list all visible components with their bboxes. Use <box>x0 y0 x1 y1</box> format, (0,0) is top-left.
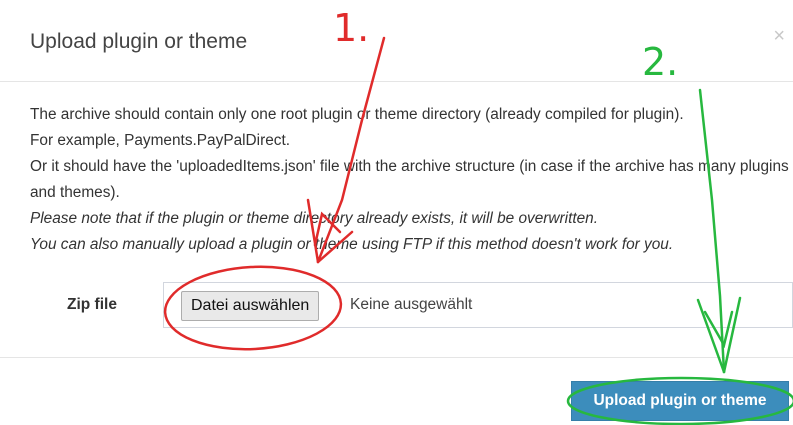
description-line: Or it should have the 'uploadedItems.jso… <box>30 158 789 201</box>
overwrite-note: Please note that if the plugin or theme … <box>30 210 599 227</box>
zip-file-row: Zip file Datei auswählen Keine ausgewähl… <box>0 280 793 330</box>
no-file-selected-text: Keine ausgewählt <box>350 296 473 313</box>
description: The archive should contain only one root… <box>30 102 793 258</box>
description-line: The archive should contain only one root… <box>30 106 684 123</box>
step-1-label: 1. <box>333 6 370 50</box>
ftp-note: You can also manually upload a plugin or… <box>30 236 674 253</box>
choose-file-button[interactable]: Datei auswählen <box>181 291 320 321</box>
zip-file-input[interactable]: Datei auswählen Keine ausgewählt <box>163 282 793 328</box>
step-2-label: 2. <box>642 40 679 84</box>
description-line: For example, Payments.PayPalDirect. <box>30 132 291 149</box>
dialog-footer: Upload plugin or theme <box>0 357 793 425</box>
close-icon[interactable]: × <box>773 26 785 46</box>
dialog-body: The archive should contain only one root… <box>0 82 793 357</box>
upload-plugin-button[interactable]: Upload plugin or theme <box>571 381 789 421</box>
zip-file-label: Zip file <box>67 296 117 313</box>
dialog-title: Upload plugin or theme <box>30 30 248 53</box>
